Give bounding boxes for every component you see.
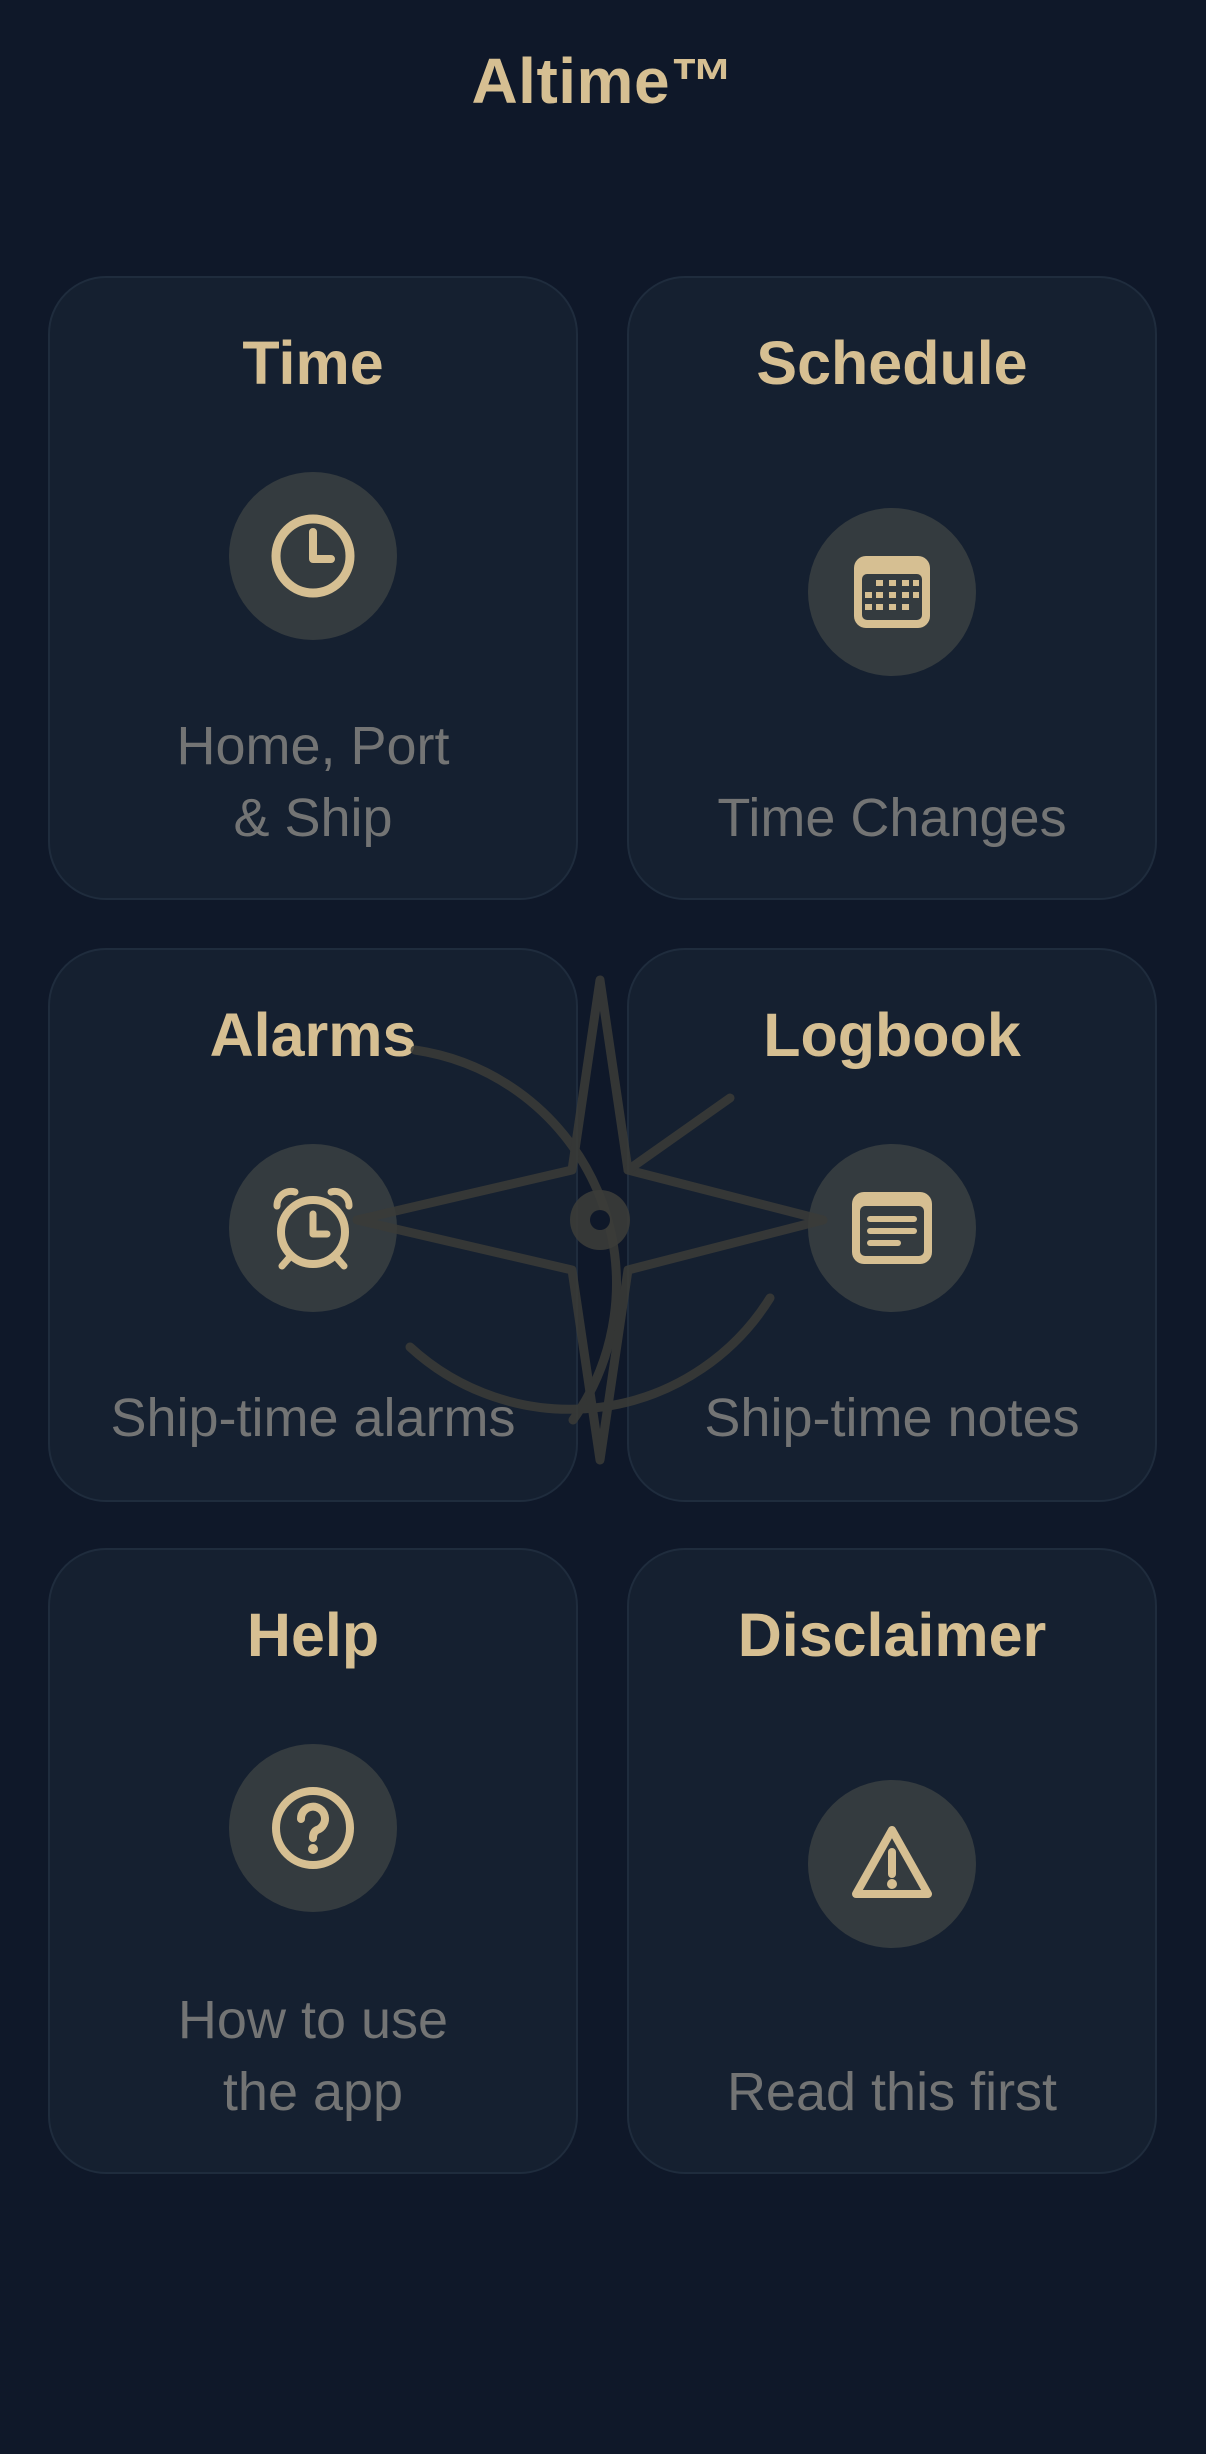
card-title: Help xyxy=(246,1601,380,1669)
card-subtitle: Ship-time alarms xyxy=(110,1388,516,1448)
card-subtitle: Home, Port & Ship xyxy=(176,716,450,848)
card-subtitle: Read this first xyxy=(726,2062,1058,2122)
clock-icon xyxy=(271,514,355,598)
icon-badge xyxy=(229,1744,397,1912)
icon-badge xyxy=(229,1144,397,1312)
card-alarms[interactable]: Alarms Ship-time alarms xyxy=(48,948,578,1502)
calendar-icon xyxy=(854,556,930,628)
app-title: Altime™ xyxy=(471,45,735,117)
icon-badge xyxy=(229,472,397,640)
card-title: Logbook xyxy=(763,1001,1021,1069)
card-time[interactable]: Time Home, Port & Ship xyxy=(48,276,578,900)
card-title: Time xyxy=(242,329,384,397)
alarm-clock-icon xyxy=(273,1187,353,1270)
icon-badge xyxy=(808,1144,976,1312)
warning-icon xyxy=(852,1826,932,1898)
card-subtitle: How to use the app xyxy=(177,1990,449,2122)
card-disclaimer[interactable]: Disclaimer Read this first xyxy=(627,1548,1157,2174)
card-title: Disclaimer xyxy=(737,1601,1047,1669)
icon-badge xyxy=(808,1780,976,1948)
icon-badge xyxy=(808,508,976,676)
card-logbook[interactable]: Logbook Ship-time notes xyxy=(627,948,1157,1502)
question-icon xyxy=(272,1787,354,1869)
notes-icon xyxy=(852,1192,932,1264)
card-title: Schedule xyxy=(756,329,1028,397)
card-subtitle: Time Changes xyxy=(717,788,1067,848)
card-subtitle: Ship-time notes xyxy=(704,1388,1080,1448)
card-schedule[interactable]: Schedule Time Changes xyxy=(627,276,1157,900)
card-title: Alarms xyxy=(209,1001,417,1069)
card-help[interactable]: Help How to use the app xyxy=(48,1548,578,2174)
